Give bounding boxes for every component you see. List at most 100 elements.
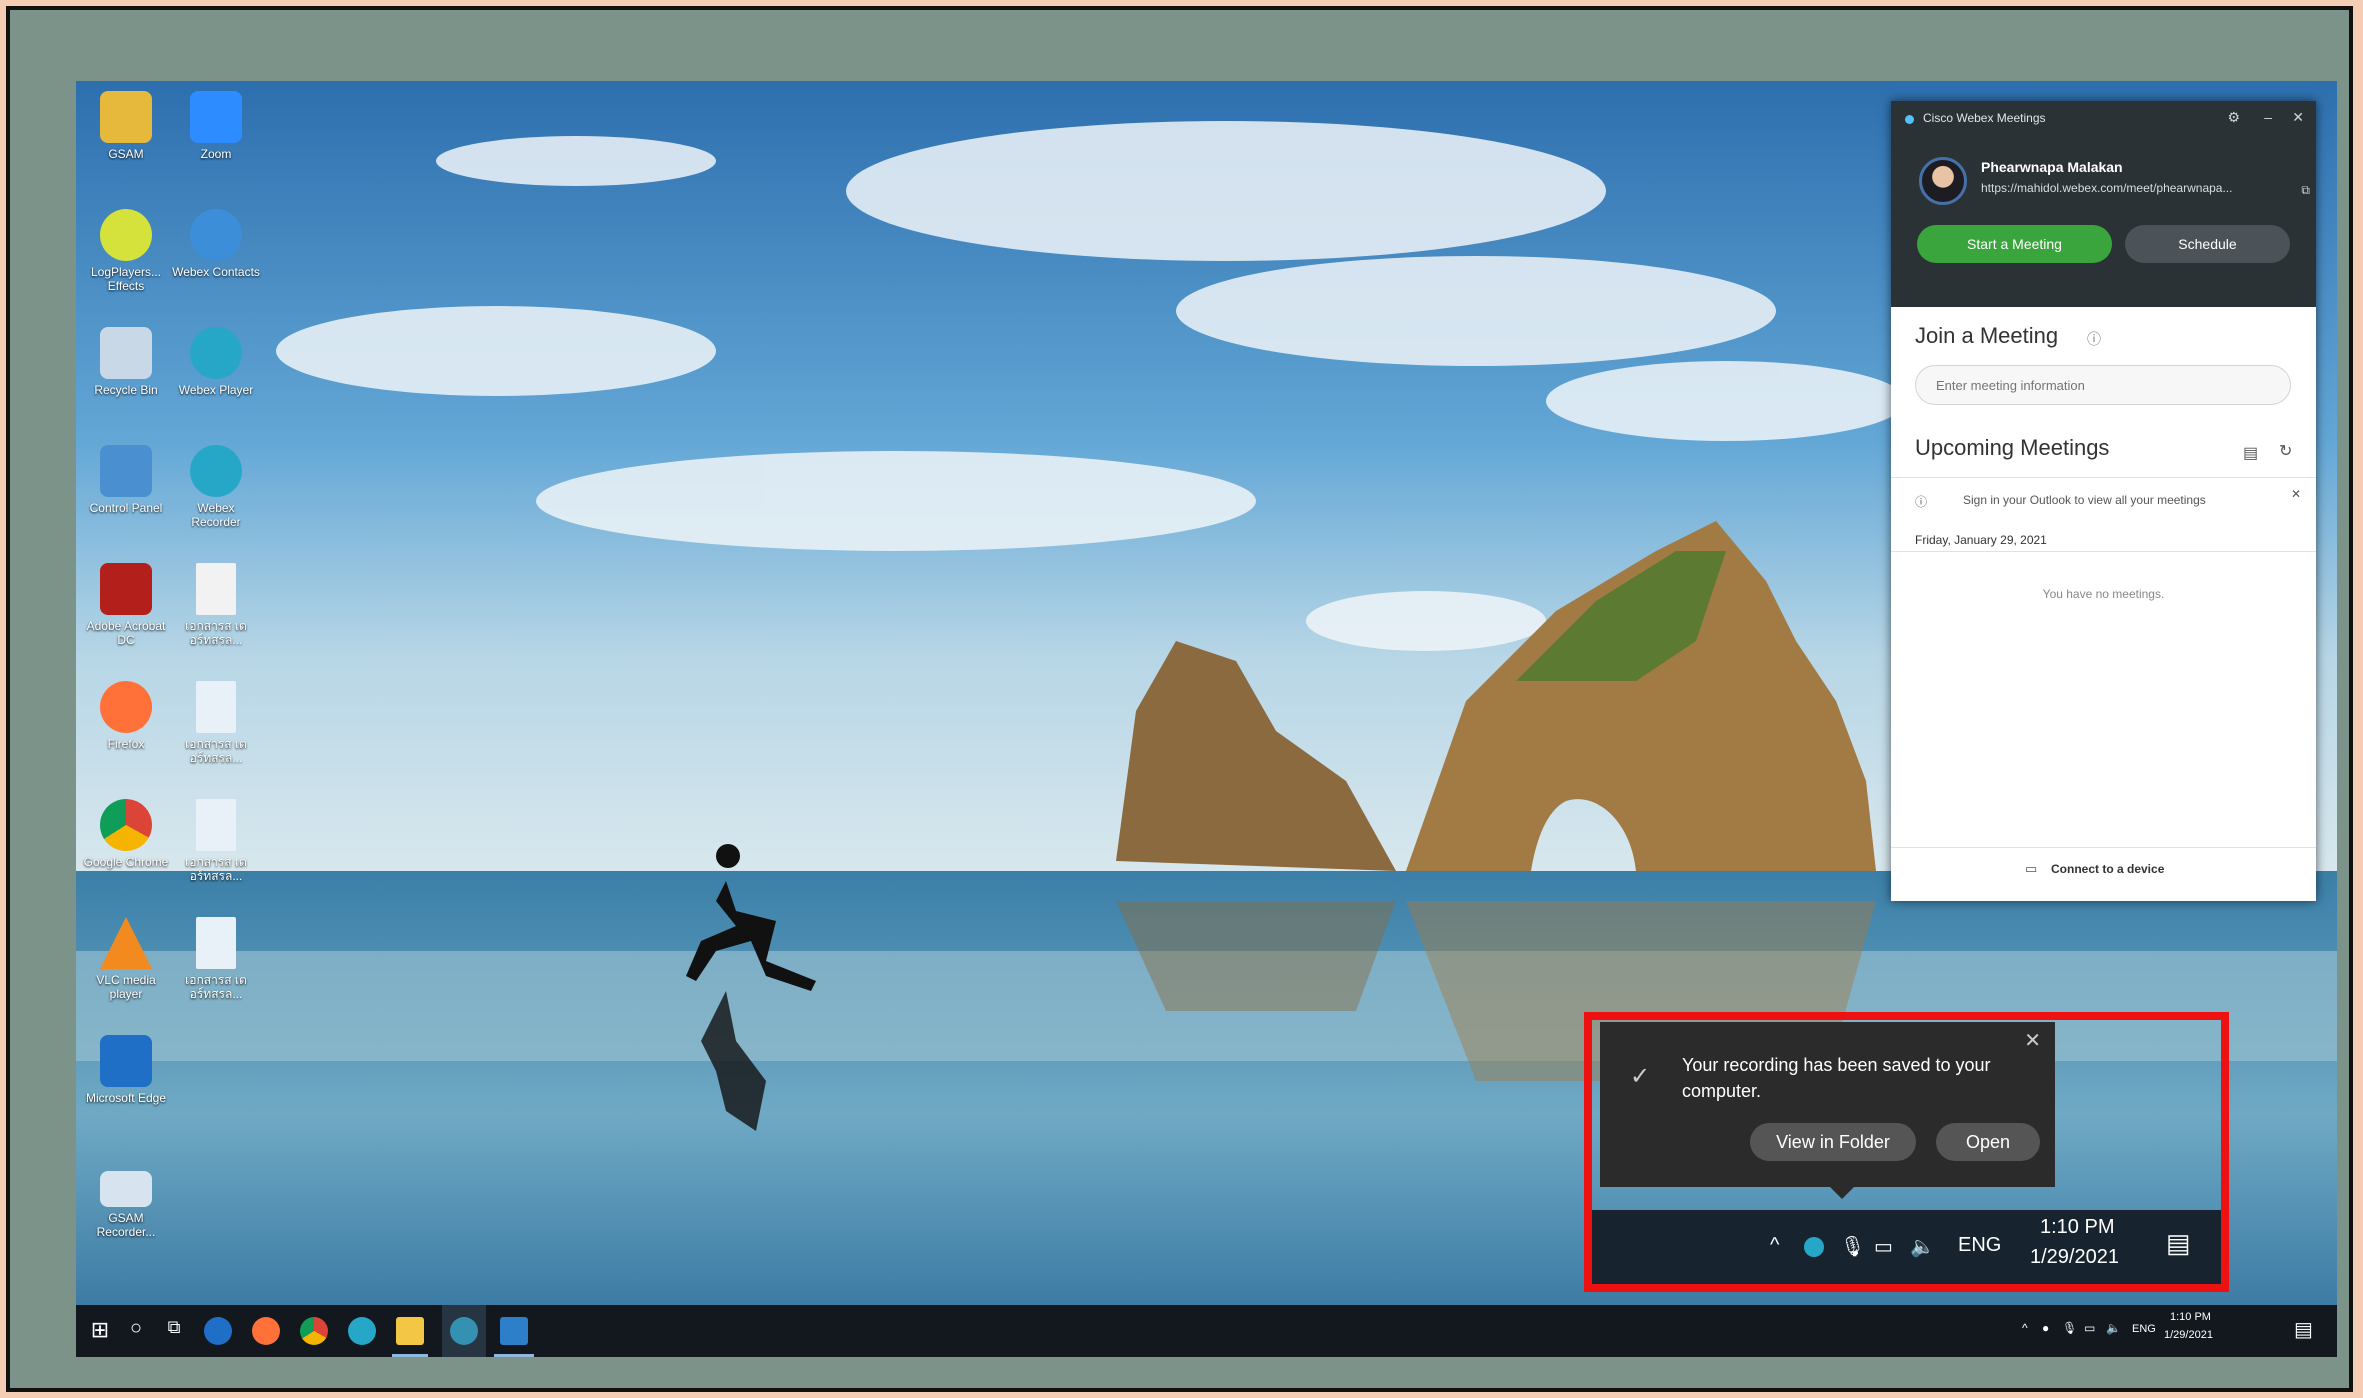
control-panel-icon [100,445,152,497]
desktop-icon-document[interactable]: เอกสารส เตอร์ทสรล... [172,563,260,647]
desktop-icon-label: เอกสารส เตอร์ทสรล... [185,855,247,883]
desktop-icon-chrome[interactable]: Google Chrome [82,799,170,869]
webex-icon[interactable] [348,1317,376,1345]
desktop-icon-label: Webex Recorder [191,501,241,529]
desktop-icon-webex-recorder[interactable]: Webex Recorder [172,445,260,529]
zoom-icon [190,91,242,143]
desktop-icon-zoom[interactable]: Zoom [172,91,260,161]
schedule-button[interactable]: Schedule [2125,225,2290,263]
show-hidden-icons-icon[interactable]: ^ [1770,1234,1779,1257]
webex-tray-icon[interactable] [1804,1237,1824,1257]
chrome-icon[interactable] [300,1317,328,1345]
join-meeting-heading: Join a Meeting [1915,323,2059,348]
desktop-icon-gsam-recorder[interactable]: GSAM Recorder... [82,1171,170,1239]
desktop-icon-recording-3[interactable]: เอกสารส เตอร์ทสรล... [172,917,260,1001]
notification-pointer [1830,1187,1854,1199]
network-icon[interactable]: ▭ [2084,1321,2095,1335]
desktop-icon-logplayer[interactable]: LogPlayers... Effects [82,209,170,293]
search-icon[interactable]: ○ [118,1317,154,1340]
recording-saved-notification: ✓ Your recording has been saved to your … [1600,1022,2055,1199]
microphone-icon[interactable]: 🎙 [1840,1234,1865,1259]
desktop-icon-firefox[interactable]: Firefox [82,681,170,751]
desktop-icon-webex-contacts[interactable]: Webex Contacts [172,209,260,279]
desktop-icon-label: GSAM Recorder... [96,1211,156,1239]
personal-room-link[interactable]: https://mahidol.webex.com/meet/phearwnap… [1981,181,2232,195]
start-button-windows-icon[interactable]: ⊞ [82,1317,118,1343]
desktop-icon-recording-2[interactable]: เอกสารส เตอร์ทสรล... [172,799,260,883]
desktop-icon-gsam[interactable]: GSAM [82,91,170,161]
desktop-icon-adobe[interactable]: Adobe Acrobat DC [82,563,170,647]
desktop-icon-label: Webex Contacts [172,265,260,279]
microphone-icon[interactable]: 🎙 [2062,1321,2077,1335]
avatar[interactable] [1919,157,1967,205]
desktop-icon-label: Firefox [107,737,145,751]
word-icon[interactable] [500,1317,528,1345]
file-explorer-icon[interactable] [396,1317,424,1345]
recording-file-icon [196,799,236,851]
refresh-icon[interactable]: ↻ [2279,441,2292,461]
divider [1891,477,2316,478]
dismiss-notice-icon[interactable]: ✕ [2291,487,2301,501]
edge-icon[interactable] [204,1317,232,1345]
meeting-info-input[interactable] [1915,365,2291,405]
divider [1891,551,2316,552]
recording-file-icon [196,917,236,969]
no-meetings-text: You have no meetings. [2042,587,2165,601]
desktop-icon-recycle-bin[interactable]: Recycle Bin [82,327,170,397]
close-icon[interactable]: ✕ [2024,1028,2041,1053]
recording-file-icon [196,681,236,733]
calendar-icon[interactable]: ▤ [2243,443,2258,463]
language-indicator[interactable]: ENG [1958,1234,2001,1257]
show-hidden-icons-icon[interactable]: ^ [2022,1321,2028,1335]
monitor-icon [100,1171,152,1207]
start-meeting-button[interactable]: Start a Meeting [1917,225,2112,263]
info-icon[interactable]: ⓘ [2087,329,2101,349]
volume-icon[interactable]: 🔈 [2106,1321,2121,1335]
open-button[interactable]: Open [1936,1123,2040,1161]
meetings-date: Friday, January 29, 2021 [1915,533,2047,547]
webex-logo-icon [1905,115,1914,124]
desktop-icon-vlc[interactable]: VLC media player [82,917,170,1001]
desktop-icon-label: Zoom [200,147,232,161]
copy-icon[interactable]: ⧉ [2301,183,2310,198]
task-view-icon[interactable]: ⧉ [156,1317,192,1338]
settings-gear-icon[interactable]: ⚙ [2227,109,2240,126]
action-center-icon[interactable]: ▤ [2294,1317,2313,1342]
clock-time[interactable]: 1:10 PM [2170,1311,2211,1323]
clock-time[interactable]: 1:10 PM [2040,1216,2114,1239]
network-icon[interactable]: ▭ [1874,1234,1893,1259]
document-icon [196,563,236,615]
connect-device-button[interactable]: Connect to a device [2051,862,2164,876]
language-indicator[interactable]: ENG [2132,1323,2156,1335]
close-icon[interactable]: ✕ [2292,109,2304,126]
active-app-highlight [442,1305,486,1357]
desktop-icon-label: Control Panel [89,501,163,515]
webex-tray-icon[interactable]: ● [2042,1321,2049,1335]
desktop-icon-recording-1[interactable]: เอกสารส เตอร์ทสรล... [172,681,260,765]
notification-message: Your recording has been saved to your co… [1682,1055,1991,1101]
action-center-icon[interactable]: ▤ [2166,1228,2191,1259]
active-indicator [494,1354,534,1357]
desktop-icon-control-panel[interactable]: Control Panel [82,445,170,515]
firefox-icon[interactable] [252,1317,280,1345]
view-in-folder-button[interactable]: View in Folder [1750,1123,1916,1161]
webex-player-icon [190,327,242,379]
desktop-icon-label: LogPlayers... Effects [90,265,162,293]
clock-date[interactable]: 1/29/2021 [2030,1246,2119,1269]
webex-contacts-icon [190,209,242,261]
desktop-icon-edge[interactable]: Microsoft Edge [82,1035,170,1105]
desktop-icon-webex-player[interactable]: Webex Player [172,327,260,397]
outlook-notice[interactable]: Sign in your Outlook to view all your me… [1963,493,2206,507]
vlc-icon [100,917,152,969]
webex-recorder-icon [190,445,242,497]
desktop-icon-label: Webex Player [178,383,254,397]
clock-date[interactable]: 1/29/2021 [2164,1329,2213,1341]
desktop-icon-label: Recycle Bin [94,383,158,397]
connect-device-icon: ▭ [2025,861,2038,876]
recycle-bin-icon [100,327,152,379]
chrome-icon [100,799,152,851]
webex-header: Cisco Webex Meetings ⚙ – ✕ Phearwnapa Ma… [1891,101,2316,307]
desktop-icon-label: เอกสารส เตอร์ทสรล... [185,737,247,765]
minimize-icon[interactable]: – [2264,109,2272,125]
volume-icon[interactable]: 🔈 [1910,1234,1935,1259]
